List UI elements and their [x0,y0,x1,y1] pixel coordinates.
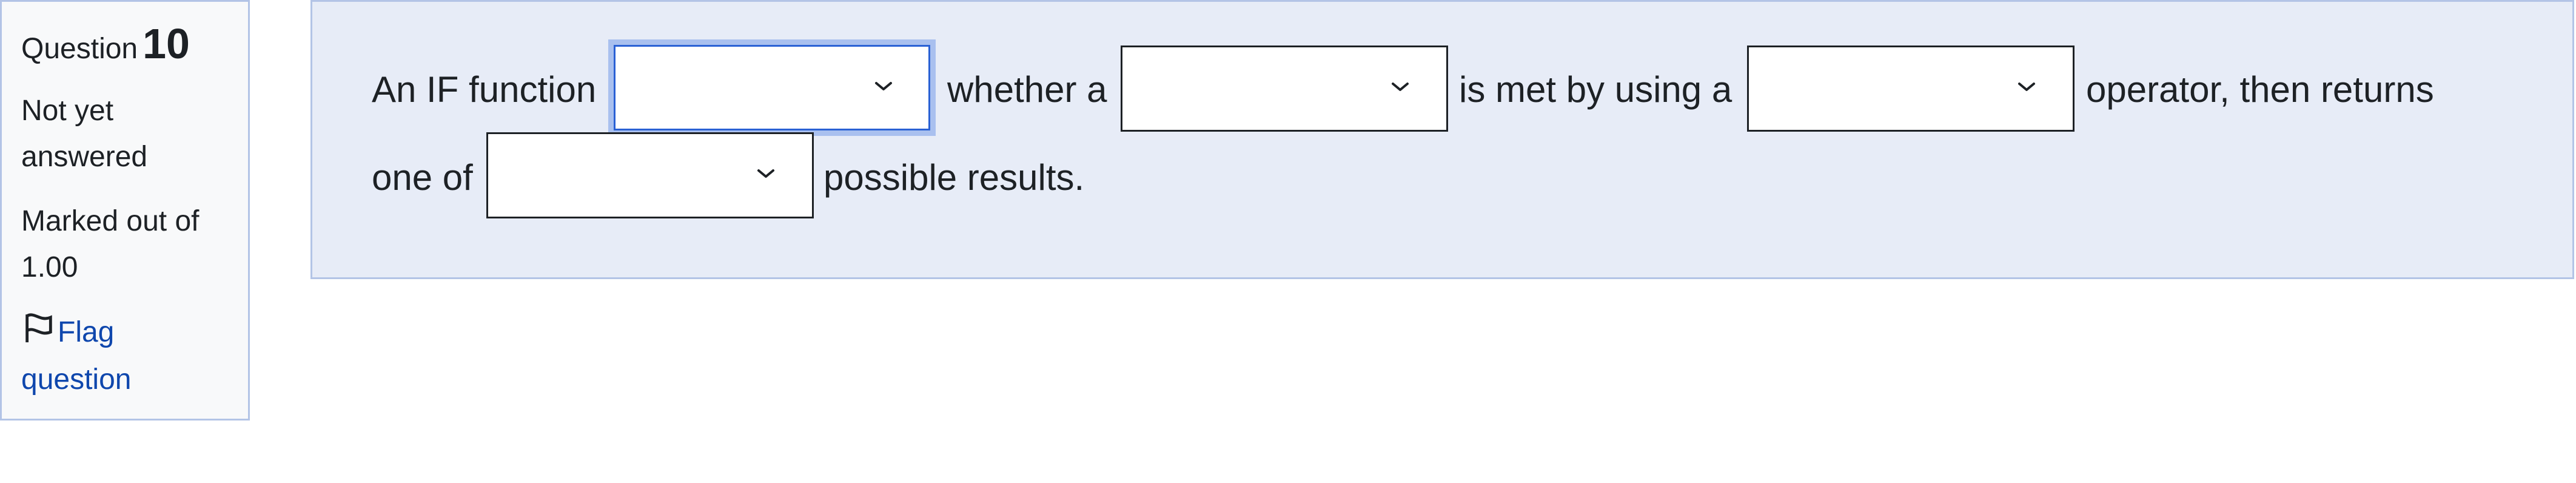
question-content-panel: An IF function whether a is met by using… [310,0,2574,279]
chevron-down-icon [875,81,892,90]
question-number: Question 10 [21,22,229,65]
flag-question-link[interactable]: Flag question [21,309,229,404]
question-text-part3: is met by using a [1459,69,1732,110]
question-grade: Marked out of 1.00 [21,205,200,283]
dropdown-3[interactable] [1747,46,2075,132]
dropdown-1[interactable] [608,39,936,136]
question-text-part5: one of [372,157,473,198]
chevron-down-icon [1392,83,1409,91]
chevron-down-icon [2018,83,2035,91]
question-info-panel: Question 10 Not yet answered Marked out o… [0,0,250,421]
flag-icon [25,313,52,343]
chevron-down-icon [757,169,774,178]
question-text-part4: operator, then returns [2086,69,2434,110]
question-number-value: 10 [143,20,190,67]
dropdown-2[interactable] [1121,46,1448,132]
question-text-part2: whether a [947,69,1107,110]
question-state: Not yet answered [21,95,148,173]
dropdown-4[interactable] [486,132,814,218]
question-text-part6: possible results. [823,157,1085,198]
question-label: Question [21,33,138,65]
question-text-part1: An IF function [372,69,597,110]
